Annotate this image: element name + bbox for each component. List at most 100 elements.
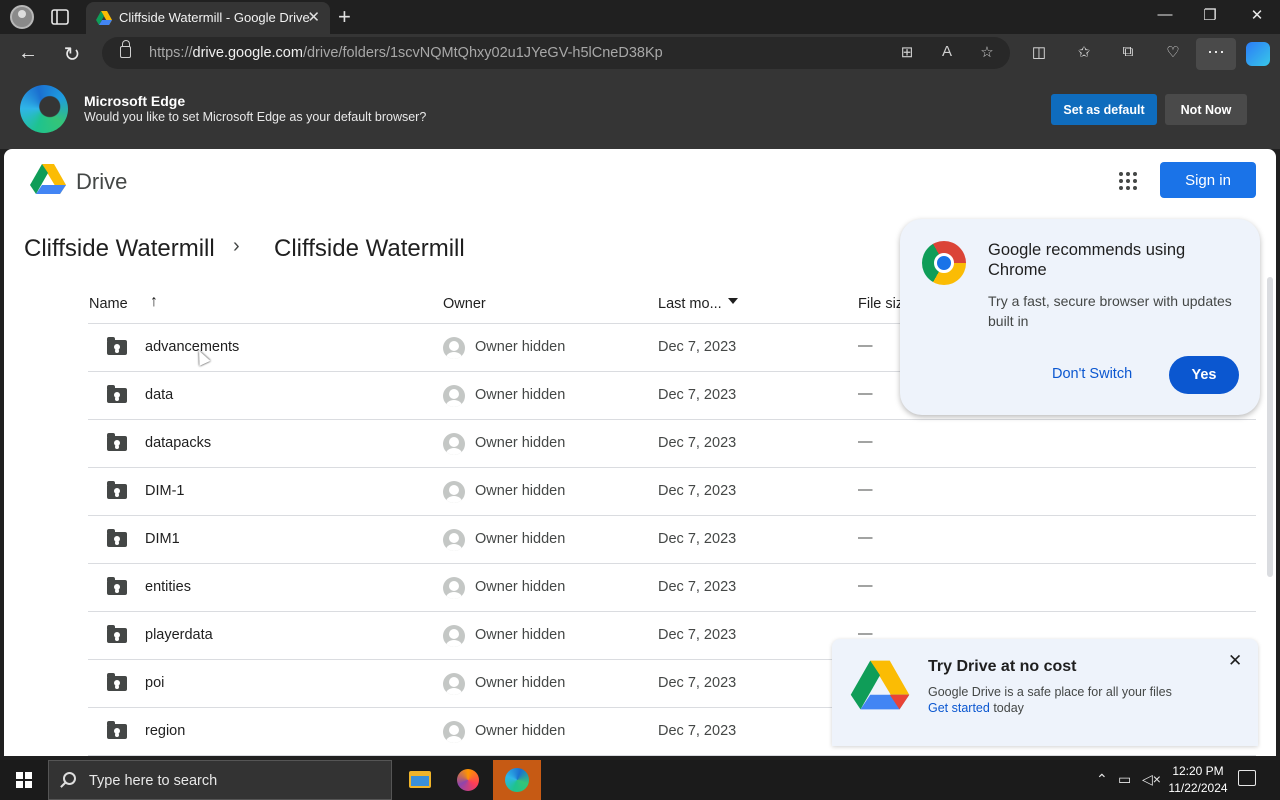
- edge-logo-icon: [20, 85, 68, 133]
- close-tab-icon[interactable]: ✕: [307, 8, 320, 26]
- drive-favicon-icon: [96, 11, 112, 25]
- more-options-icon[interactable]: ···: [1196, 38, 1236, 70]
- file-owner: Owner hidden: [475, 387, 566, 403]
- popup-title: Google recommends using Chrome: [988, 241, 1186, 279]
- table-row[interactable]: DIM1 Owner hidden Dec 7, 2023 —: [88, 516, 1256, 564]
- edge-icon: [505, 768, 529, 792]
- chrome-logo-icon: [922, 241, 966, 285]
- file-modified: Dec 7, 2023: [658, 339, 737, 355]
- breadcrumb-parent[interactable]: Cliffside Watermill: [24, 235, 215, 263]
- browser-tab-bar: Cliffside Watermill - Google Drive ✕ + —…: [0, 0, 1280, 34]
- owner-avatar-icon: [443, 529, 465, 551]
- profile-avatar-icon[interactable]: [10, 5, 34, 29]
- taskbar-search[interactable]: Type here to search: [48, 760, 392, 800]
- file-explorer-icon: [409, 771, 431, 788]
- breadcrumb-current[interactable]: Cliffside Watermill: [274, 235, 465, 263]
- drive-app-name[interactable]: Drive: [76, 169, 127, 195]
- breadcrumb-chevron-icon: ›: [233, 235, 240, 257]
- sort-ascending-icon[interactable]: ↑: [150, 293, 158, 311]
- file-name[interactable]: region: [145, 723, 185, 739]
- shared-folder-icon: [107, 625, 127, 643]
- app-available-icon[interactable]: ⊞: [897, 43, 917, 61]
- google-apps-icon[interactable]: [1119, 172, 1137, 190]
- copilot-icon[interactable]: [1246, 42, 1270, 66]
- firefox-app[interactable]: [444, 760, 492, 800]
- not-now-button[interactable]: Not Now: [1165, 94, 1247, 125]
- shared-folder-icon: [107, 337, 127, 355]
- favorites-icon[interactable]: ✩: [1073, 43, 1095, 61]
- split-screen-icon[interactable]: ◫: [1028, 43, 1050, 61]
- set-default-button[interactable]: Set as default: [1051, 94, 1157, 125]
- notification-center-icon[interactable]: [1238, 770, 1256, 786]
- restore-icon[interactable]: ❐: [1200, 6, 1220, 24]
- file-explorer-app[interactable]: [395, 760, 443, 800]
- lock-icon[interactable]: [120, 40, 131, 58]
- file-name[interactable]: entities: [145, 579, 191, 595]
- close-icon[interactable]: ✕: [1228, 651, 1242, 671]
- browser-essentials-icon[interactable]: ♡: [1162, 43, 1184, 61]
- collections-icon[interactable]: ⧉: [1117, 43, 1139, 60]
- table-row[interactable]: DIM-1 Owner hidden Dec 7, 2023 —: [88, 468, 1256, 516]
- file-owner: Owner hidden: [475, 483, 566, 499]
- file-owner: Owner hidden: [475, 435, 566, 451]
- sign-in-button[interactable]: Sign in: [1160, 162, 1256, 198]
- minimize-icon[interactable]: —: [1155, 6, 1175, 23]
- shared-folder-icon: [107, 529, 127, 547]
- url-text[interactable]: https://drive.google.com/drive/folders/1…: [149, 45, 663, 61]
- banner-title: Microsoft Edge: [84, 93, 186, 109]
- active-tab[interactable]: Cliffside Watermill - Google Drive ✕: [86, 2, 330, 34]
- column-file-size[interactable]: File siz: [858, 296, 903, 312]
- favorite-star-icon[interactable]: ☆: [977, 43, 997, 61]
- file-owner: Owner hidden: [475, 627, 566, 643]
- network-icon[interactable]: ▭: [1118, 771, 1131, 788]
- scrollbar[interactable]: [1267, 277, 1273, 577]
- owner-avatar-icon: [443, 673, 465, 695]
- address-bar[interactable]: https://drive.google.com/drive/folders/1…: [102, 37, 1010, 69]
- table-row[interactable]: datapacks Owner hidden Dec 7, 2023 —: [88, 420, 1256, 468]
- read-aloud-icon[interactable]: A: [937, 43, 957, 60]
- file-modified: Dec 7, 2023: [658, 579, 737, 595]
- file-owner: Owner hidden: [475, 723, 566, 739]
- edge-app[interactable]: [493, 760, 541, 800]
- file-size: —: [858, 434, 873, 450]
- show-hidden-icons-icon[interactable]: ⌃: [1096, 771, 1108, 788]
- volume-muted-icon[interactable]: ◁×: [1142, 771, 1161, 788]
- sort-dropdown-icon[interactable]: [728, 298, 738, 304]
- system-clock[interactable]: 12:20 PM 11/22/2024: [1162, 763, 1234, 797]
- file-name[interactable]: data: [145, 387, 173, 403]
- windows-start-icon[interactable]: [16, 772, 32, 788]
- file-owner: Owner hidden: [475, 675, 566, 691]
- refresh-icon[interactable]: ↻: [60, 42, 84, 67]
- column-last-modified[interactable]: Last mo...: [658, 296, 722, 312]
- file-name[interactable]: DIM-1: [145, 483, 184, 499]
- column-name[interactable]: Name: [89, 296, 128, 312]
- owner-avatar-icon: [443, 433, 465, 455]
- file-name[interactable]: advancements: [145, 339, 239, 355]
- file-modified: Dec 7, 2023: [658, 387, 737, 403]
- table-row[interactable]: entities Owner hidden Dec 7, 2023 —: [88, 564, 1256, 612]
- try-drive-title: Try Drive at no cost: [928, 658, 1077, 675]
- get-started-link[interactable]: Get started: [928, 701, 990, 715]
- owner-avatar-icon: [443, 625, 465, 647]
- file-name[interactable]: DIM1: [145, 531, 180, 547]
- file-name[interactable]: poi: [145, 675, 164, 691]
- back-icon[interactable]: ←: [16, 42, 40, 65]
- try-drive-body: Google Drive is a safe place for all you…: [928, 685, 1172, 699]
- file-modified: Dec 7, 2023: [658, 483, 737, 499]
- search-placeholder: Type here to search: [89, 773, 218, 789]
- yes-button[interactable]: Yes: [1169, 356, 1239, 394]
- shared-folder-icon: [107, 673, 127, 691]
- drive-logo-icon[interactable]: [30, 163, 66, 195]
- file-name[interactable]: playerdata: [145, 627, 213, 643]
- close-window-icon[interactable]: ✕: [1247, 6, 1267, 24]
- file-modified: Dec 7, 2023: [658, 675, 737, 691]
- new-tab-icon[interactable]: +: [338, 4, 351, 30]
- windows-taskbar: Type here to search ⌃ ▭ ◁× 12:20 PM 11/2…: [0, 760, 1280, 800]
- tab-actions-icon[interactable]: [50, 7, 70, 27]
- file-owner: Owner hidden: [475, 339, 566, 355]
- try-drive-cta: Get started today: [928, 701, 1024, 715]
- file-name[interactable]: datapacks: [145, 435, 211, 451]
- shared-folder-icon: [107, 385, 127, 403]
- dont-switch-button[interactable]: Don't Switch: [1052, 366, 1132, 382]
- drive-page: Drive Sign in Cliffside Watermill › Clif…: [4, 149, 1276, 756]
